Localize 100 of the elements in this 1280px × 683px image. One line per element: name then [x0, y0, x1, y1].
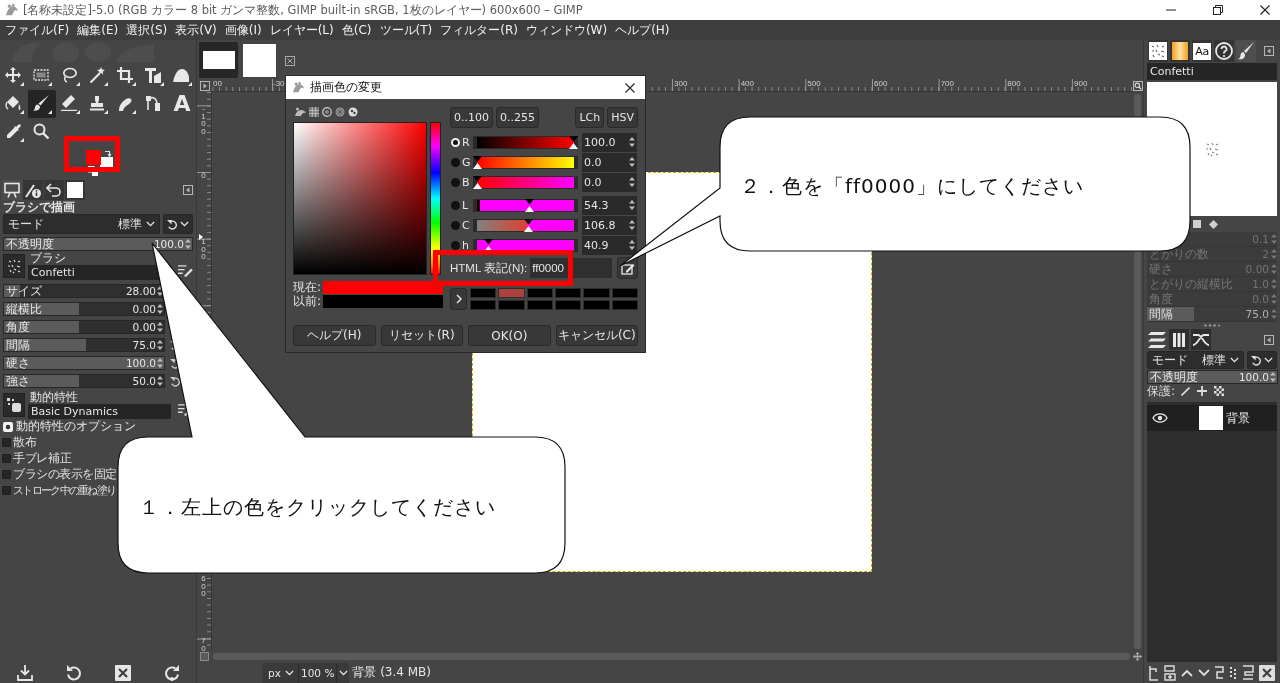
brush-name-field[interactable]: Confetti [1147, 63, 1277, 80]
range-button[interactable]: 0..255 [496, 107, 539, 128]
color-field[interactable] [293, 122, 427, 275]
spin-arrows-icon[interactable] [629, 136, 635, 148]
brush-setting-slider[interactable]: 強さ 50.0 [3, 374, 165, 388]
spin-arrows-icon[interactable] [629, 239, 635, 251]
delete-icon[interactable] [1258, 664, 1275, 681]
spin-arrows-icon[interactable] [157, 303, 163, 315]
hex-field[interactable]: ff0000 [530, 258, 612, 278]
dock-tab[interactable] [1191, 329, 1211, 350]
radio-button[interactable] [451, 137, 460, 147]
chevron-down-icon[interactable] [1197, 668, 1210, 677]
slider-thumb[interactable] [473, 175, 482, 189]
reset-icon[interactable] [163, 664, 180, 681]
color-model-button[interactable]: LCh [575, 107, 605, 128]
dock-tab[interactable] [23, 180, 43, 200]
bracket-icon[interactable] [1149, 664, 1159, 681]
spin-arrows-icon[interactable] [629, 156, 635, 168]
dock-tab[interactable] [1236, 40, 1256, 62]
dock-menu-icon[interactable] [1264, 334, 1274, 345]
history-swatch[interactable] [498, 288, 525, 298]
preview-button[interactable] [3, 254, 25, 278]
brush-setting-slider[interactable]: 角度 0.00 [3, 320, 165, 334]
slider-thumb[interactable] [524, 218, 534, 232]
reset-icon[interactable] [170, 375, 181, 387]
image-tab[interactable] [199, 42, 238, 78]
history-swatch[interactable] [583, 288, 610, 298]
ruler-menu-icon[interactable] [199, 80, 210, 91]
dock-tab[interactable] [1169, 329, 1189, 350]
value-field[interactable]: 0.0 [582, 172, 637, 192]
new-layer-icon[interactable] [1163, 664, 1176, 681]
opacity-slider[interactable]: 不透明度 100.0 [1147, 370, 1278, 384]
history-swatch[interactable] [555, 288, 582, 298]
pen-stroke-icon[interactable] [1181, 386, 1191, 396]
channel-slider[interactable] [473, 135, 578, 149]
history-swatch[interactable] [611, 300, 638, 310]
menu-item[interactable]: ツール(T) [379, 21, 433, 39]
value-field[interactable]: 54.3 [582, 195, 637, 215]
channel-slider[interactable] [473, 175, 578, 189]
brush-setting-slider[interactable]: 間隔 75.0 [3, 338, 165, 352]
channel-slider[interactable] [473, 218, 578, 232]
menu-item[interactable]: 画像(I) [224, 21, 262, 39]
history-swatch[interactable] [526, 288, 553, 298]
history-swatch[interactable] [470, 288, 497, 298]
spin-arrows-icon[interactable] [157, 339, 163, 351]
cancel-button[interactable]: キャンセル(C) [555, 325, 638, 346]
radio-button[interactable] [451, 240, 460, 250]
dock-tab[interactable]: Aa [1192, 40, 1212, 62]
history-swatch[interactable] [470, 300, 497, 310]
preview-button[interactable] [3, 392, 25, 417]
foreground-swatch[interactable] [86, 150, 101, 165]
ok-button[interactable]: OK(O) [468, 325, 551, 346]
mode-dropdown[interactable]: モード 標準 [1147, 351, 1244, 369]
download-icon[interactable] [16, 664, 33, 681]
zoom-dropdown[interactable] [336, 662, 350, 683]
slider-thumb[interactable] [569, 135, 578, 149]
edit-icon[interactable] [178, 263, 193, 277]
menu-item[interactable]: ウィンドウ(W) [525, 21, 608, 39]
dynamics-field[interactable]: Basic Dynamics [28, 403, 171, 419]
checker-icon[interactable] [1214, 386, 1225, 396]
help-button[interactable]: ヘルプ(H) [293, 325, 376, 346]
swap-arrow-icon[interactable] [104, 150, 112, 158]
expander-label[interactable]: 動的特性のオプション [16, 418, 136, 435]
history-swatch[interactable] [526, 300, 553, 310]
zoom-field[interactable]: 100 % [298, 662, 337, 683]
default-colors-icon[interactable] [88, 166, 98, 176]
opacity-slider[interactable]: 不透明度 100.0 [3, 237, 193, 251]
mascot-icon[interactable] [294, 107, 306, 117]
hook-icon[interactable] [1214, 665, 1225, 680]
pane-handle-icon[interactable] [1204, 324, 1220, 327]
slider-thumb[interactable] [473, 155, 482, 169]
circular-arrow-icon[interactable] [65, 664, 82, 681]
value-field[interactable]: 0.0 [582, 152, 637, 172]
image-tab[interactable] [240, 42, 279, 78]
slider-thumb[interactable] [483, 238, 493, 252]
menu-item[interactable]: ファイル(F) [5, 21, 70, 39]
brush-setting-slider[interactable]: サイズ 28.00 [3, 284, 165, 298]
dock-menu-icon[interactable] [1264, 46, 1274, 56]
diamond-shape-icon[interactable] [1209, 219, 1218, 229]
menu-item[interactable]: レイヤー(L) [269, 21, 334, 39]
menu-item[interactable]: 選択(S) [126, 21, 168, 39]
radio-button[interactable] [451, 177, 460, 187]
eye-icon[interactable] [1152, 413, 1168, 423]
expander-icon[interactable] [3, 421, 13, 432]
spin-arrows-icon[interactable] [629, 176, 635, 188]
spin-arrows-icon[interactable] [629, 199, 635, 211]
grid-icon[interactable] [309, 107, 319, 117]
unit-dropdown[interactable]: px [262, 662, 298, 683]
history-swatch[interactable] [611, 288, 638, 298]
menu-item[interactable]: ヘルプ(H) [615, 21, 670, 39]
radio-button[interactable] [451, 157, 460, 167]
menu-item[interactable]: 表示(V) [175, 21, 217, 39]
dock-tab[interactable] [1147, 329, 1167, 350]
close-icon[interactable] [1260, 5, 1270, 15]
channel-slider[interactable] [473, 198, 578, 212]
spin-arrows-icon[interactable] [629, 219, 635, 231]
menu-item[interactable]: 編集(E) [77, 21, 119, 39]
stacked-bars-icon[interactable] [1242, 664, 1255, 681]
dock-menu-icon[interactable] [183, 185, 193, 195]
dock-tab[interactable] [44, 180, 64, 200]
